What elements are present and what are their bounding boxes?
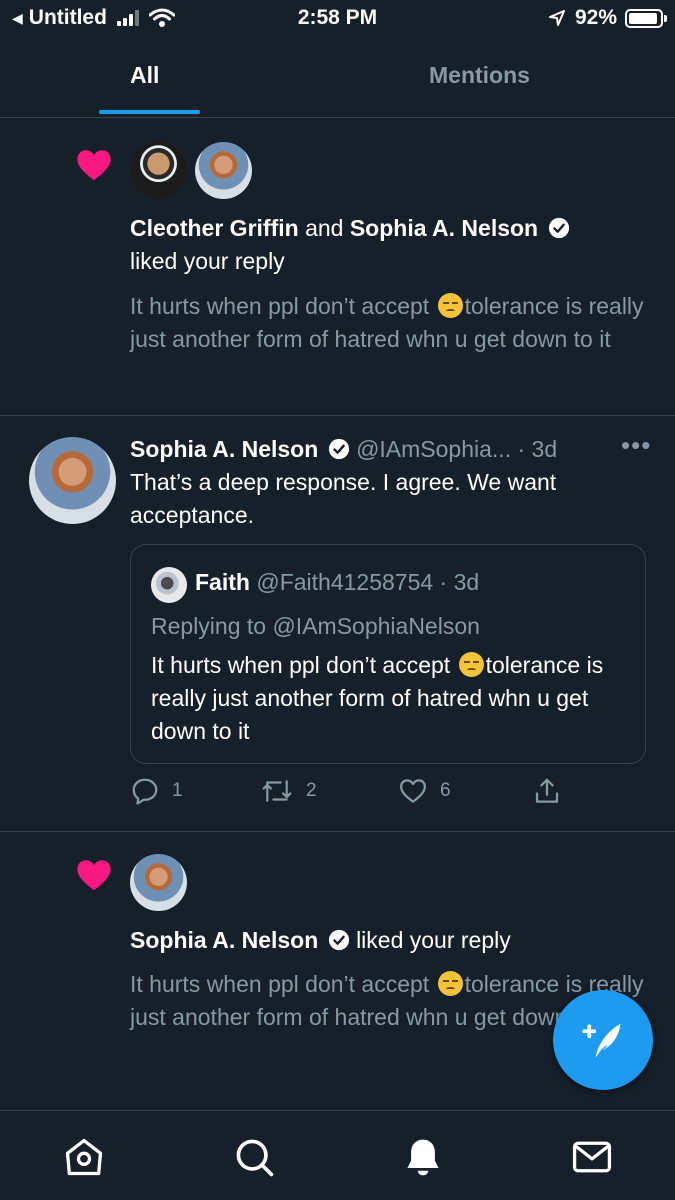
tab-selected-indicator	[99, 110, 200, 114]
more-options-icon[interactable]: •••	[621, 430, 651, 461]
messages-icon	[572, 1141, 612, 1173]
reply-button[interactable]: 1	[130, 776, 183, 806]
quoted-tweet-header: Faith @Faith41258754 · 3d	[195, 569, 480, 595]
retweet-icon	[262, 780, 292, 802]
nav-messages[interactable]	[570, 1135, 614, 1179]
share-icon	[535, 778, 559, 803]
liker-name[interactable]: Sophia A. Nelson	[130, 927, 318, 953]
nav-home[interactable]	[62, 1135, 106, 1179]
pensive-face-icon	[458, 652, 484, 677]
like-heart-icon	[400, 779, 426, 803]
replying-to: Replying to @IAmSophiaNelson	[151, 613, 480, 639]
quoted-text: It hurts when ppl don’t accept	[151, 652, 457, 678]
avatar[interactable]	[130, 142, 187, 199]
status-right: 92%	[548, 6, 667, 30]
home-icon	[65, 1138, 103, 1176]
quoted-author-handle: @Faith41258754	[256, 569, 434, 595]
verified-badge-icon	[328, 929, 349, 951]
liker-name[interactable]: Cleother Griffin	[130, 215, 299, 241]
compose-feather-icon	[582, 1023, 621, 1058]
battery-level-fill	[629, 12, 657, 24]
like-action-text: liked your reply	[130, 248, 285, 274]
reply-icon	[132, 778, 158, 805]
share-button[interactable]	[532, 776, 574, 806]
battery-percent: 92%	[574, 6, 617, 29]
quoted-tweet[interactable]: Faith @Faith41258754 · 3d Replying to @I…	[130, 544, 646, 764]
nav-notifications[interactable]	[401, 1135, 445, 1179]
retweet-button[interactable]: 2	[260, 776, 317, 806]
pensive-face-icon	[437, 293, 463, 318]
tab-mentions[interactable]: Mentions	[429, 62, 530, 89]
author-handle[interactable]: @IAmSophia...	[356, 436, 511, 462]
like-button[interactable]: 6	[398, 776, 451, 806]
quoted-tweet-text: It hurts when ppl don’t accept tolerance…	[151, 649, 631, 748]
heart-icon	[77, 150, 111, 181]
pensive-face-icon	[437, 971, 463, 996]
tweet-actions: 1 2 6	[130, 776, 590, 810]
preview-text: It hurts when ppl don’t accept	[130, 293, 436, 319]
tweet-header: Sophia A. Nelson @IAmSophia... · 3d	[130, 436, 558, 462]
conjunction: and	[305, 215, 344, 241]
avatar[interactable]	[29, 437, 116, 524]
reply-tweet[interactable]: Sophia A. Nelson @IAmSophia... · 3d ••• …	[0, 416, 675, 832]
verified-badge-icon	[548, 217, 569, 239]
notifications-screen: ◀ Untitled 2:58 PM 92% All Mentions Cleo…	[0, 0, 675, 1200]
like-summary: Sophia A. Nelson liked your reply	[130, 924, 511, 957]
like-action-text: liked your reply	[356, 927, 511, 953]
like-count: 6	[440, 780, 451, 801]
tab-all[interactable]: All	[130, 62, 159, 89]
like-summary: Cleother Griffin and Sophia A. Nelson li…	[130, 212, 570, 278]
quoted-tweet-time: 3d	[453, 569, 480, 595]
like-notification[interactable]: Cleother Griffin and Sophia A. Nelson li…	[0, 118, 675, 416]
nav-search[interactable]	[232, 1135, 276, 1179]
liker-name[interactable]: Sophia A. Nelson	[350, 215, 538, 241]
location-arrow-icon	[548, 10, 565, 26]
notification-tabs: All Mentions	[0, 40, 675, 118]
tweet-time: 3d	[531, 436, 558, 462]
search-icon	[236, 1139, 274, 1177]
liked-reply-preview: It hurts when ppl don’t accept tolerance…	[130, 290, 650, 355]
verified-badge-icon	[328, 438, 349, 460]
reply-count: 1	[172, 780, 183, 801]
retweet-count: 2	[306, 780, 317, 801]
heart-icon	[77, 860, 111, 891]
avatar[interactable]	[130, 854, 187, 911]
notifications-icon	[407, 1139, 439, 1176]
quoted-author-name: Faith	[195, 569, 250, 595]
battery-icon	[625, 8, 667, 28]
author-name[interactable]: Sophia A. Nelson	[130, 436, 318, 462]
preview-text: It hurts when ppl don’t accept	[130, 971, 436, 997]
avatar[interactable]	[195, 142, 252, 199]
avatar	[151, 567, 187, 603]
bottom-nav	[0, 1110, 675, 1200]
compose-tweet-button[interactable]	[553, 990, 653, 1090]
status-bar: ◀ Untitled 2:58 PM 92%	[0, 0, 675, 38]
tweet-text: That’s a deep response. I agree. We want…	[130, 469, 557, 528]
